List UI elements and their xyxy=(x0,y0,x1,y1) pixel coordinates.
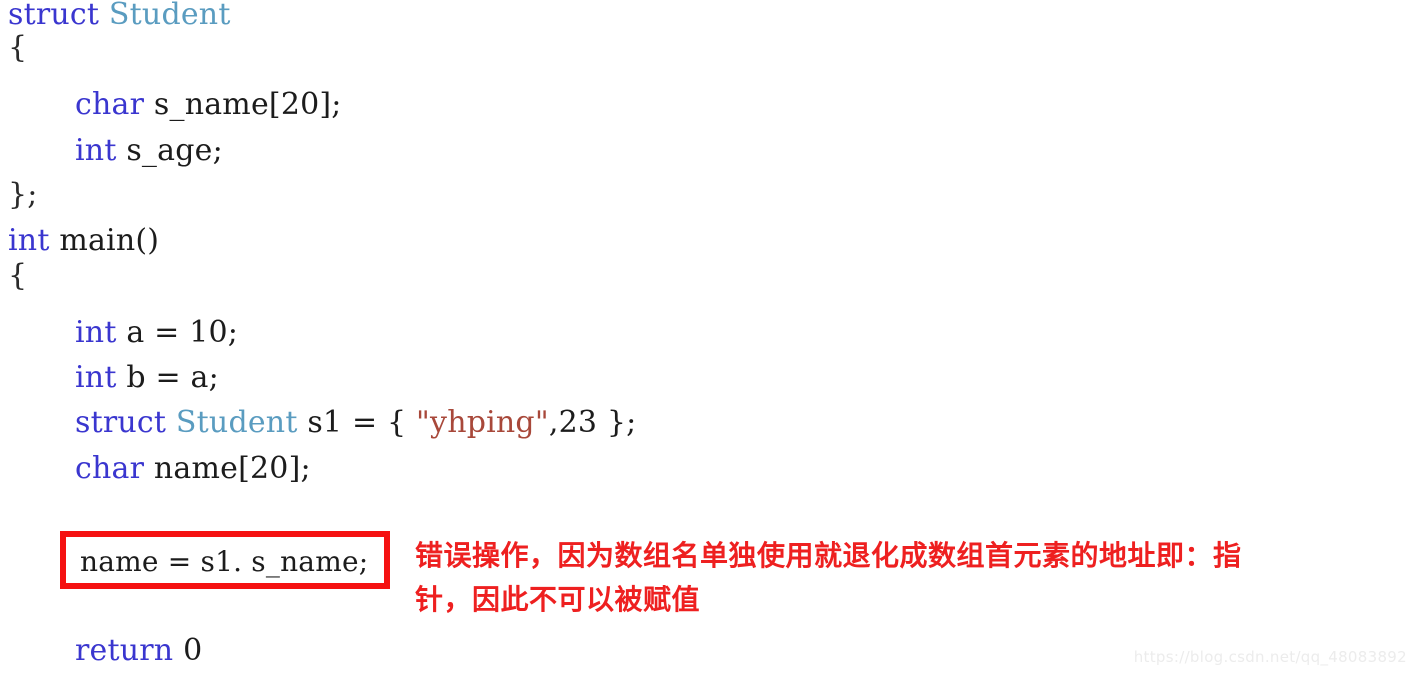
code-line-struct-open-brace: { xyxy=(8,30,28,65)
keyword-int: int xyxy=(75,133,117,168)
string-literal-yhping: "yhping" xyxy=(416,405,549,440)
code-line-struct-declaration: struct Student xyxy=(8,0,231,32)
keyword-char: char xyxy=(75,451,145,486)
declarator-name-20: name[20]; xyxy=(153,451,311,486)
annotation-line-1: 错误操作，因为数组名单独使用就退化成数组首元素的地址即：指 xyxy=(415,539,1242,572)
member-declarator-s-age: s_age; xyxy=(126,133,223,168)
initializer-suffix: ,23 }; xyxy=(548,405,637,440)
code-line-struct-close-brace: }; xyxy=(8,177,38,212)
code-line-member-s-age: int s_age; xyxy=(8,134,223,168)
declarator-b-assign-a: b = a; xyxy=(126,360,219,395)
error-annotation-text: 错误操作，因为数组名单独使用就退化成数组首元素的地址即：指 针，因此不可以被赋值 xyxy=(415,534,1413,622)
code-line-main-signature: int main() xyxy=(8,224,159,258)
keyword-struct: struct xyxy=(8,0,100,32)
code-line-return-0: return 0 xyxy=(8,634,202,668)
keyword-return: return xyxy=(75,633,174,668)
error-highlight-box: name = s1. s_name; xyxy=(60,531,390,589)
member-declarator-s-name: s_name[20]; xyxy=(153,87,342,122)
code-line-main-open-brace: { xyxy=(8,258,28,293)
type-name-student: Student xyxy=(108,0,231,32)
watermark-url: https://blog.csdn.net/qq_48083892 xyxy=(1133,648,1407,666)
code-line-member-s-name: char s_name[20]; xyxy=(8,88,342,122)
code-line-int-b: int b = a; xyxy=(8,361,219,395)
function-name-main: main() xyxy=(59,223,160,258)
keyword-char: char xyxy=(75,87,145,122)
code-line-struct-student-s1-init: struct Student s1 = { "yhping",23 }; xyxy=(8,406,636,440)
type-name-student: Student xyxy=(175,405,298,440)
keyword-struct: struct xyxy=(75,405,167,440)
keyword-int: int xyxy=(75,360,117,395)
keyword-int: int xyxy=(8,223,50,258)
annotation-line-2: 针，因此不可以被赋值 xyxy=(415,583,701,616)
code-line-name-assign-s1-s-name: name = s1. s_name; xyxy=(80,545,369,578)
initializer-prefix: s1 = { xyxy=(297,405,417,440)
code-line-int-a: int a = 10; xyxy=(8,316,238,350)
declarator-a-assign-10: a = 10; xyxy=(126,315,239,350)
code-line-char-name-array: char name[20]; xyxy=(8,452,311,486)
keyword-int: int xyxy=(75,315,117,350)
return-value-0: 0 xyxy=(183,633,203,668)
code-surface: struct Student { char s_name[20]; int s_… xyxy=(0,0,1413,678)
